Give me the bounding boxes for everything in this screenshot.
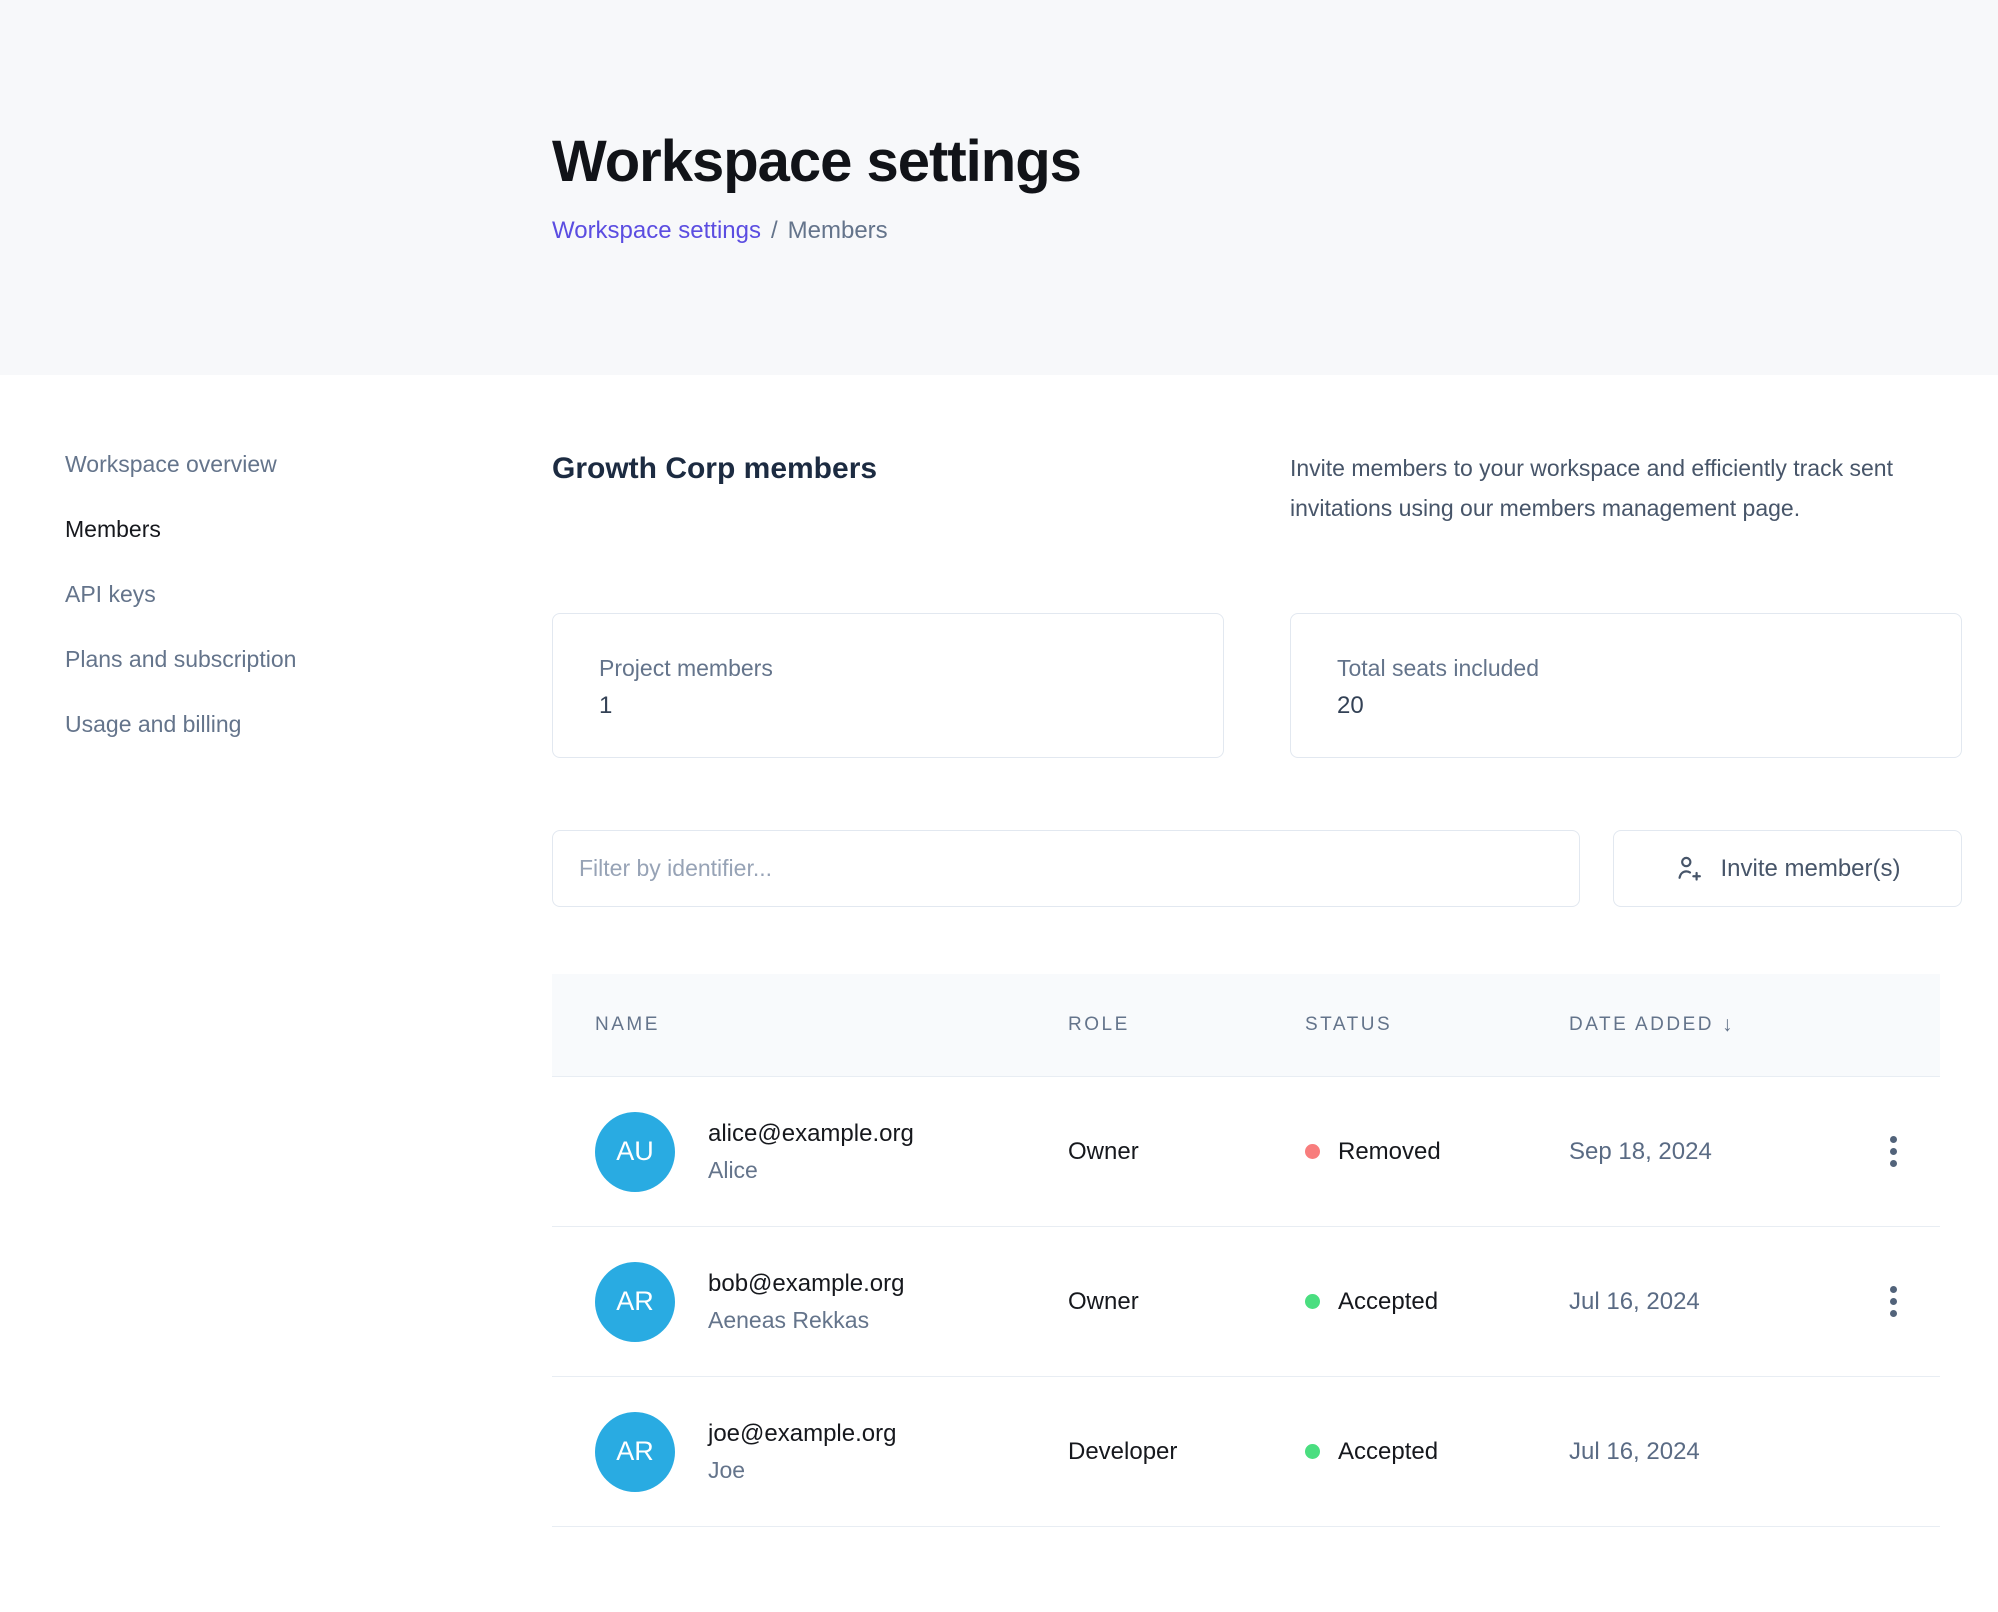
row-actions-cell <box>1872 1428 1940 1475</box>
column-header-role[interactable]: Role <box>1068 1014 1305 1036</box>
status-dot-icon <box>1305 1294 1320 1309</box>
members-table: Name Role Status Date added ↓ AU <box>552 974 1940 1527</box>
avatar-initials: AR <box>616 1436 654 1467</box>
avatar: AR <box>595 1262 675 1342</box>
row-menu-kebab-icon[interactable] <box>1882 1128 1905 1175</box>
avatar: AR <box>595 1412 675 1492</box>
date-added-value: Sep 18, 2024 <box>1569 1138 1872 1166</box>
invite-members-button[interactable]: Invite member(s) <box>1613 830 1962 907</box>
user-plus-icon <box>1674 853 1705 884</box>
row-actions-cell <box>1872 1128 1940 1175</box>
stat-value: 1 <box>599 692 1177 720</box>
status-dot-icon <box>1305 1144 1320 1159</box>
member-email: bob@example.org <box>708 1270 904 1298</box>
settings-sidebar: Workspace overview Members API keys Plan… <box>0 375 552 1527</box>
stat-value: 20 <box>1337 692 1915 720</box>
status-label: Removed <box>1338 1138 1441 1166</box>
content-area: Workspace overview Members API keys Plan… <box>0 375 1998 1527</box>
stat-cards: Project members 1 Total seats included 2… <box>552 613 1962 758</box>
breadcrumb-link-workspace-settings[interactable]: Workspace settings <box>552 217 761 245</box>
member-email: alice@example.org <box>708 1120 914 1148</box>
stat-label: Total seats included <box>1337 655 1915 682</box>
avatar-initials: AU <box>616 1136 654 1167</box>
date-added-value: Jul 16, 2024 <box>1569 1288 1872 1316</box>
table-toolbar: Invite member(s) <box>552 830 1962 907</box>
status-dot-icon <box>1305 1444 1320 1459</box>
column-header-date-added[interactable]: Date added ↓ <box>1569 1013 1872 1037</box>
column-header-status[interactable]: Status <box>1305 1014 1569 1036</box>
table-row: AR bob@example.org Aeneas Rekkas Owner A… <box>552 1227 1940 1377</box>
stat-card-project-members: Project members 1 <box>552 613 1224 758</box>
breadcrumb-current: Members <box>788 217 888 245</box>
member-name: Joe <box>708 1457 896 1484</box>
member-name-stack: joe@example.org Joe <box>708 1420 896 1484</box>
table-row: AU alice@example.org Alice Owner Removed… <box>552 1077 1940 1227</box>
members-description: Invite members to your workspace and eff… <box>1290 448 1962 528</box>
status-label: Accepted <box>1338 1438 1438 1466</box>
stat-label: Project members <box>599 655 1177 682</box>
row-menu-kebab-icon[interactable] <box>1882 1278 1905 1325</box>
sidebar-item-members[interactable]: Members <box>65 515 552 543</box>
sidebar-item-api-keys[interactable]: API keys <box>65 580 552 608</box>
sidebar-item-workspace-overview[interactable]: Workspace overview <box>65 450 552 478</box>
breadcrumb: Workspace settings / Members <box>552 217 1998 245</box>
member-name: Alice <box>708 1157 914 1184</box>
member-role: Developer <box>1068 1438 1305 1466</box>
member-status-cell: Removed <box>1305 1138 1569 1166</box>
column-header-name[interactable]: Name <box>595 1014 1068 1036</box>
status-label: Accepted <box>1338 1288 1438 1316</box>
member-name-stack: bob@example.org Aeneas Rekkas <box>708 1270 904 1334</box>
sidebar-item-plans-and-subscription[interactable]: Plans and subscription <box>65 645 552 673</box>
members-section-header: Growth Corp members Invite members to yo… <box>552 448 1962 528</box>
table-header-row: Name Role Status Date added ↓ <box>552 974 1940 1077</box>
table-row: AR joe@example.org Joe Developer Accepte… <box>552 1377 1940 1527</box>
member-identity-cell: AU alice@example.org Alice <box>595 1112 1068 1192</box>
page-title: Workspace settings <box>552 128 1998 195</box>
avatar-initials: AR <box>616 1286 654 1317</box>
filter-input[interactable] <box>552 830 1580 907</box>
members-heading: Growth Corp members <box>552 448 877 528</box>
breadcrumb-separator: / <box>771 217 778 245</box>
stat-card-total-seats: Total seats included 20 <box>1290 613 1962 758</box>
member-role: Owner <box>1068 1138 1305 1166</box>
member-email: joe@example.org <box>708 1420 896 1448</box>
main-panel: Growth Corp members Invite members to yo… <box>552 375 1962 1527</box>
member-name: Aeneas Rekkas <box>708 1307 904 1334</box>
invite-members-label: Invite member(s) <box>1720 855 1900 883</box>
sort-descending-icon: ↓ <box>1722 1013 1733 1037</box>
member-name-stack: alice@example.org Alice <box>708 1120 914 1184</box>
date-added-value: Jul 16, 2024 <box>1569 1438 1872 1466</box>
row-actions-cell <box>1872 1278 1940 1325</box>
sidebar-item-usage-and-billing[interactable]: Usage and billing <box>65 710 552 738</box>
member-role: Owner <box>1068 1288 1305 1316</box>
table-body: AU alice@example.org Alice Owner Removed… <box>552 1077 1940 1527</box>
member-status-cell: Accepted <box>1305 1288 1569 1316</box>
member-identity-cell: AR bob@example.org Aeneas Rekkas <box>595 1262 1068 1342</box>
avatar: AU <box>595 1112 675 1192</box>
member-identity-cell: AR joe@example.org Joe <box>595 1412 1068 1492</box>
page-header: Workspace settings Workspace settings / … <box>0 0 1998 375</box>
member-status-cell: Accepted <box>1305 1438 1569 1466</box>
